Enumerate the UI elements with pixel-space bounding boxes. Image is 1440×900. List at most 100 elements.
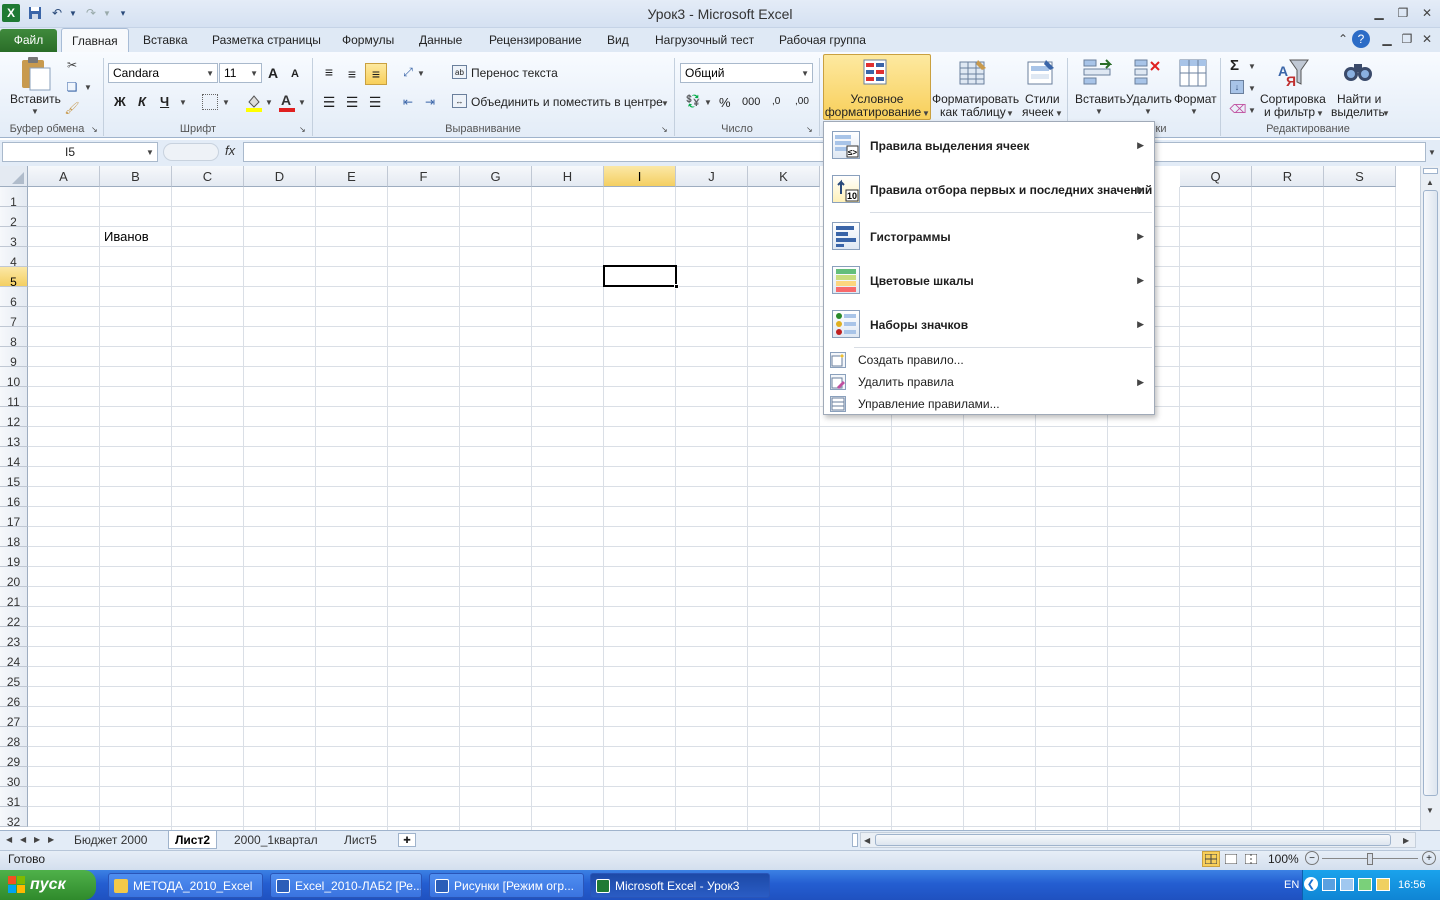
row-header-9[interactable]: 9: [0, 347, 28, 369]
menu-item-manage-rules[interactable]: Управление правилами...: [824, 394, 1154, 414]
tab-file[interactable]: Файл: [0, 29, 57, 52]
insert-cells-button[interactable]: Вставить: [1075, 92, 1126, 106]
row-header-16[interactable]: 16: [0, 487, 28, 509]
thousands-button[interactable]: 000: [742, 96, 760, 108]
tray-app-icon[interactable]: [1340, 878, 1354, 891]
paste-dropdown-icon[interactable]: ▼: [31, 107, 39, 116]
split-box[interactable]: [1423, 168, 1438, 174]
orientation-icon[interactable]: ⤢: [399, 63, 417, 81]
delete-cells-button[interactable]: Удалить: [1126, 92, 1172, 106]
taskbar-item-word-1[interactable]: Excel_2010-ЛАБ2 [Ре...: [270, 873, 422, 898]
underline-dropdown-icon[interactable]: ▼: [179, 98, 187, 107]
row-header-19[interactable]: 19: [0, 547, 28, 569]
font-name-select[interactable]: Candara ▼: [108, 63, 218, 83]
row-header-20[interactable]: 20: [0, 567, 28, 589]
row-header-1[interactable]: 1: [0, 187, 28, 209]
row-header-26[interactable]: 26: [0, 687, 28, 709]
sort-filter-label-2[interactable]: и фильтр: [1264, 105, 1315, 119]
align-center-icon[interactable]: ☰: [343, 93, 361, 111]
row-header-6[interactable]: 6: [0, 287, 28, 309]
decrease-decimal-button[interactable]: ,00: [795, 96, 809, 107]
increase-indent-icon[interactable]: ⇥: [421, 93, 439, 111]
delete-cells-icon[interactable]: [1133, 58, 1163, 88]
column-header-a[interactable]: A: [28, 166, 100, 187]
hscroll-thumb[interactable]: [875, 834, 1391, 846]
row-header-2[interactable]: 2: [0, 207, 28, 229]
tab-load-test[interactable]: Нагрузочный тест: [645, 28, 764, 52]
alignment-launcher-icon[interactable]: ↘: [661, 125, 668, 134]
fill-dropdown-icon[interactable]: ▼: [1248, 84, 1256, 93]
merge-center-icon[interactable]: ↔: [452, 94, 467, 108]
select-all-button[interactable]: [0, 166, 28, 187]
row-header-11[interactable]: 11: [0, 387, 28, 409]
menu-item-top-bottom-rules[interactable]: 10 Правила отбора первых и последних зна…: [824, 173, 1154, 207]
row-header-22[interactable]: 22: [0, 607, 28, 629]
row-header-21[interactable]: 21: [0, 587, 28, 609]
name-box-dropdown-icon[interactable]: ▼: [146, 148, 154, 157]
clipboard-launcher-icon[interactable]: ↘: [91, 125, 98, 134]
autosum-button[interactable]: Σ: [1230, 57, 1239, 74]
row-header-32[interactable]: 32: [0, 807, 28, 829]
shrink-font-button[interactable]: A: [291, 68, 299, 80]
vertical-scrollbar[interactable]: ▲ ▼: [1420, 166, 1440, 830]
cell-b3[interactable]: Иванов: [104, 229, 149, 244]
network-icon[interactable]: [1322, 878, 1336, 891]
fill-icon[interactable]: ↓: [1230, 80, 1244, 94]
tab-insert[interactable]: Вставка: [133, 28, 198, 52]
column-header-g[interactable]: G: [460, 166, 532, 187]
name-box[interactable]: I5: [2, 142, 158, 162]
find-select-label-1[interactable]: Найти и: [1337, 92, 1381, 106]
format-as-table-icon[interactable]: [958, 58, 988, 88]
first-sheet-icon[interactable]: ◀: [6, 835, 12, 844]
expand-formula-bar-icon[interactable]: ▼: [1428, 148, 1436, 157]
sheet-tab-2000-1kvartal[interactable]: 2000_1квартал: [228, 831, 324, 849]
tab-data[interactable]: Данные: [409, 28, 472, 52]
format-as-table-label-1[interactable]: Форматировать: [932, 92, 1019, 106]
tray-expand-icon[interactable]: ❮: [1304, 877, 1318, 891]
align-right-icon[interactable]: ☰: [366, 93, 384, 111]
accounting-format-icon[interactable]: 💱: [684, 93, 702, 109]
doc-minimize-icon[interactable]: ▁: [1376, 30, 1398, 48]
collapse-ribbon-icon[interactable]: ⌃: [1332, 30, 1354, 48]
paste-button[interactable]: Вставить: [10, 92, 61, 106]
insert-cells-dropdown-icon[interactable]: ▼: [1095, 107, 1103, 116]
find-select-icon[interactable]: [1342, 56, 1374, 88]
menu-item-clear-rules[interactable]: Удалить правила ▶: [824, 372, 1154, 392]
cell-styles-icon[interactable]: [1026, 58, 1056, 88]
restore-icon[interactable]: ❐: [1392, 4, 1414, 22]
merge-dropdown-icon[interactable]: ▼: [661, 99, 669, 108]
wrap-text-icon[interactable]: ab: [452, 65, 467, 79]
wrap-text-button[interactable]: Перенос текста: [471, 66, 558, 80]
column-header-h[interactable]: H: [532, 166, 604, 187]
tray-app-icon[interactable]: [1376, 878, 1390, 891]
tab-review[interactable]: Рецензирование: [479, 28, 592, 52]
tray-app-icon[interactable]: [1358, 878, 1372, 891]
increase-decimal-button[interactable]: ,0: [772, 96, 780, 107]
row-header-12[interactable]: 12: [0, 407, 28, 429]
column-header-k[interactable]: K: [748, 166, 820, 187]
cell-styles-label-2[interactable]: ячеек: [1022, 105, 1053, 119]
orientation-dropdown-icon[interactable]: ▼: [417, 69, 425, 78]
font-color-icon[interactable]: A: [278, 92, 296, 112]
sheet-tab-list2[interactable]: Лист2: [168, 831, 218, 849]
copy-icon[interactable]: ❏: [64, 79, 80, 95]
sheet-tab-budget-2000[interactable]: Бюджет 2000: [68, 831, 153, 849]
number-format-select[interactable]: Общий ▼: [680, 63, 813, 83]
prev-sheet-icon[interactable]: ◀: [20, 835, 26, 844]
tab-view[interactable]: Вид: [597, 28, 639, 52]
page-layout-view-icon[interactable]: [1222, 851, 1240, 867]
row-header-23[interactable]: 23: [0, 627, 28, 649]
borders-dropdown-icon[interactable]: ▼: [222, 98, 230, 107]
tab-page-layout[interactable]: Разметка страницы: [202, 28, 331, 52]
insert-cells-icon[interactable]: [1082, 58, 1113, 88]
active-cell-i5[interactable]: [603, 265, 677, 287]
doc-restore-icon[interactable]: ❐: [1396, 30, 1418, 48]
accounting-dropdown-icon[interactable]: ▼: [704, 98, 712, 107]
column-header-r[interactable]: R: [1252, 166, 1324, 187]
cut-icon[interactable]: ✂: [64, 57, 80, 73]
fill-handle[interactable]: [674, 284, 679, 289]
format-as-table-label-2[interactable]: как таблицу: [940, 105, 1006, 119]
taskbar-item-word-2[interactable]: Рисунки [Режим огр...: [429, 873, 584, 898]
horizontal-scrollbar[interactable]: ◀ ▶: [860, 832, 1416, 848]
worksheet-grid[interactable]: ABCDEFGHIJKQRS 1 2 3 4 5 6 7 8 9 10 11 12 13 14 15 16 17…: [0, 166, 1420, 830]
